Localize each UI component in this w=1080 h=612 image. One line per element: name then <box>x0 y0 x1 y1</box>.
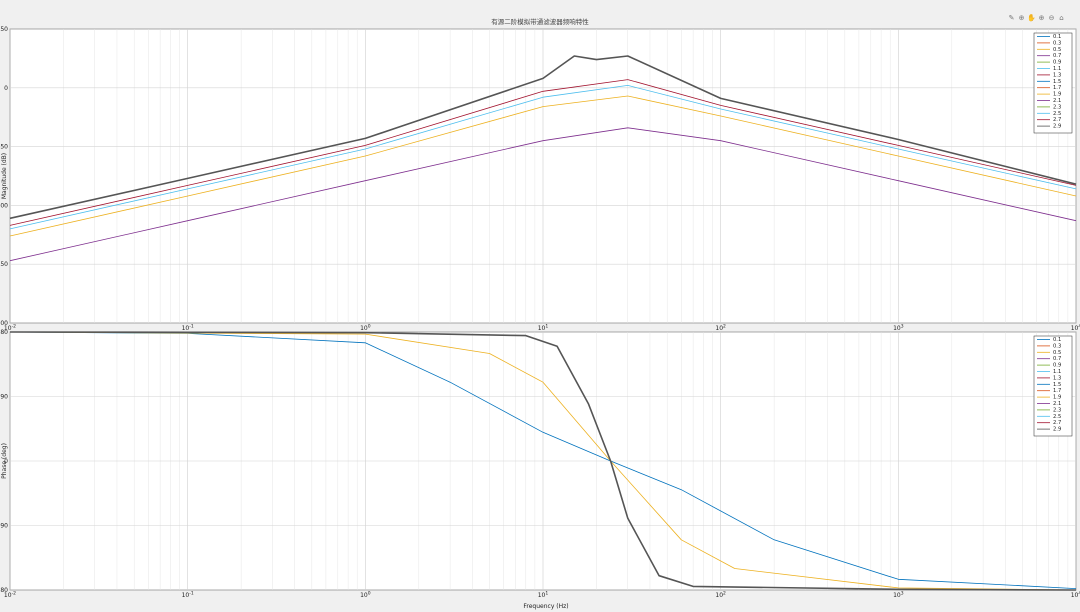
legend-entry: 2.7 <box>1053 117 1061 123</box>
legend-entry: 0.3 <box>1053 343 1061 349</box>
x-tick-label: 102 <box>715 324 726 333</box>
magnitude-plot[interactable]: 1 0 -2 10-1 100 101 102 103 104 50 0 -50 -100 -150 -20… <box>0 26 1080 332</box>
x-tick-label: 10-1 <box>182 591 194 600</box>
y-axis-label: Phase (deg) <box>1 443 8 479</box>
y-tick-label: 180 <box>0 329 8 336</box>
legend-entry: 0.9 <box>1053 60 1061 66</box>
legend-entry: 1.7 <box>1053 85 1061 91</box>
x-tick-label: 103 <box>893 324 904 333</box>
legend[interactable]: 0.10.30.50.70.91.11.31.51.71.92.12.32.52… <box>1033 335 1073 437</box>
legend[interactable]: 0.10.30.50.70.91.11.31.51.71.92.12.32.52… <box>1033 32 1073 134</box>
x-tick-label: 101 <box>538 324 549 333</box>
x-tick-label: 100 <box>360 591 371 600</box>
y-tick-label: 90 <box>0 394 8 401</box>
legend-entry: 0.3 <box>1053 40 1061 46</box>
y-tick-label: 50 <box>0 26 8 33</box>
legend-entry: 0.9 <box>1053 363 1061 369</box>
x-tick-exponent: -1 <box>189 591 194 597</box>
x-tick-exponent: 3 <box>901 324 904 330</box>
y-tick-label: 0 <box>4 85 8 92</box>
x-tick-exponent: -1 <box>189 324 194 330</box>
legend-entry: 0.7 <box>1053 356 1061 362</box>
y-tick-label: -100 <box>0 202 8 209</box>
x-tick-label: 104 <box>1071 591 1080 600</box>
figure-title: 有源二阶模拟带通滤波器频响特性 <box>491 17 589 26</box>
legend-entry: 1.9 <box>1053 92 1061 98</box>
x-tick-exponent: 3 <box>901 591 904 597</box>
legend-entry: 2.5 <box>1053 414 1061 420</box>
y-tick-label: -200 <box>0 320 8 327</box>
x-tick-exponent: 0 <box>368 324 371 330</box>
x-tick-label: 10-1 <box>182 324 194 333</box>
x-axis-label: Frequency (Hz) <box>523 603 568 610</box>
legend-entry: 2.9 <box>1053 124 1061 130</box>
pan-icon[interactable]: ✋ <box>1027 14 1036 23</box>
legend-entry: 2.9 <box>1053 427 1061 433</box>
x-tick-label: 104 <box>1071 324 1080 333</box>
x-tick-exponent: 2 <box>723 324 726 330</box>
legend-entry: 0.1 <box>1053 34 1061 40</box>
x-tick-exponent: 0 <box>368 591 371 597</box>
legend-entry: 1.5 <box>1053 382 1061 388</box>
legend-entry: 2.1 <box>1053 98 1061 104</box>
legend-entry: 2.1 <box>1053 401 1061 407</box>
phase-plot[interactable]: 10-210-1100101102103104180900-90-180Phas… <box>0 329 1080 599</box>
bode-figure: 有源二阶模拟带通滤波器频响特性 10-2 10-1 100 101 102 103 1045… <box>0 17 1080 610</box>
x-tick-label: 102 <box>715 591 726 600</box>
figure-toolbar: ✎ ⊕ ✋ ⊕ ⊖ ⌂ <box>1007 14 1066 23</box>
y-tick-label: -50 <box>0 144 8 151</box>
brush-icon[interactable]: ✎ <box>1007 14 1016 23</box>
x-tick-label: 100 <box>360 324 371 333</box>
legend-entry: 1.3 <box>1053 375 1061 381</box>
x-tick-exponent: -2 <box>12 324 17 330</box>
zoom-out-icon[interactable]: ⊖ <box>1047 14 1056 23</box>
home-icon[interactable]: ⌂ <box>1057 14 1066 23</box>
legend-entry: 1.3 <box>1053 72 1061 78</box>
legend-entry: 2.5 <box>1053 111 1061 117</box>
y-tick-label: -150 <box>0 261 8 268</box>
zoom-in-icon[interactable]: ⊕ <box>1037 14 1046 23</box>
legend-entry: 0.5 <box>1053 47 1061 53</box>
legend-entry: 1.1 <box>1053 66 1061 72</box>
y-axis-label: Magnitude (dB) <box>1 153 8 199</box>
legend-entry: 1.9 <box>1053 395 1061 401</box>
legend-entry: 2.7 <box>1053 420 1061 426</box>
x-tick-label: 103 <box>893 591 904 600</box>
legend-entry: 0.1 <box>1053 337 1061 343</box>
legend-entry: 2.3 <box>1053 407 1061 413</box>
x-tick-exponent: 1 <box>545 591 548 597</box>
legend-entry: 2.3 <box>1053 104 1061 110</box>
y-tick-label: -90 <box>0 523 8 530</box>
data-tip-icon[interactable]: ⊕ <box>1017 14 1026 23</box>
x-tick-exponent: 2 <box>723 591 726 597</box>
legend-entry: 0.7 <box>1053 53 1061 59</box>
legend-entry: 1.1 <box>1053 369 1061 375</box>
legend-entry: 0.5 <box>1053 350 1061 356</box>
x-tick-exponent: -2 <box>12 591 17 597</box>
x-tick-exponent: 1 <box>545 324 548 330</box>
legend-entry: 1.5 <box>1053 79 1061 85</box>
y-tick-label: -180 <box>0 587 8 594</box>
x-tick-label: 101 <box>538 591 549 600</box>
legend-entry: 1.7 <box>1053 388 1061 394</box>
